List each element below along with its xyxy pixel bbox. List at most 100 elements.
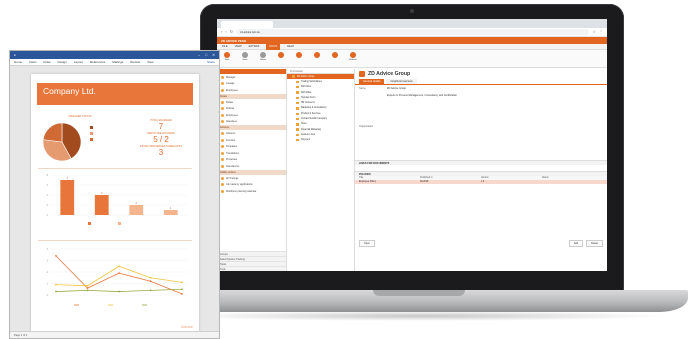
navigation-item[interactable]: Templates bbox=[217, 143, 286, 150]
ribbon-button[interactable] bbox=[311, 52, 323, 59]
navigation-item[interactable]: Lineage bbox=[217, 81, 286, 88]
add-button[interactable]: Add bbox=[568, 240, 584, 247]
ribbon-button-label: Refresh bbox=[349, 59, 357, 61]
app-menu-item[interactable]: VIEW bbox=[235, 45, 242, 48]
ribbon-button-icon bbox=[224, 52, 230, 58]
delete-button[interactable]: Delete bbox=[586, 240, 603, 247]
document-ribbon-tab[interactable]: Home bbox=[14, 60, 22, 64]
navigation-item-icon bbox=[221, 145, 224, 149]
minimize-icon[interactable]: – bbox=[198, 53, 200, 57]
app-menu-item[interactable]: HELP bbox=[287, 45, 294, 48]
navigation-item-label: Manager bbox=[226, 75, 236, 79]
navigation-item[interactable]: Rotate bbox=[217, 99, 286, 106]
navigation-item[interactable]: Manager bbox=[217, 74, 286, 81]
bar-y-tick-label: 8 bbox=[47, 174, 49, 177]
tree-item-label: Marketing & Consultancy bbox=[301, 107, 327, 110]
navigation-item[interactable]: Attendances bbox=[217, 163, 286, 170]
detail-title: ZD Advice Group bbox=[355, 69, 607, 79]
navigation-item-label: Employees bbox=[226, 113, 238, 117]
line-point bbox=[181, 292, 183, 295]
policies-column-header[interactable]: Title bbox=[359, 177, 420, 179]
forward-icon[interactable]: › bbox=[225, 30, 226, 34]
ribbon-button[interactable]: Save bbox=[239, 52, 251, 61]
navigation-item-icon bbox=[221, 75, 224, 79]
document-ribbon-tab[interactable]: Review bbox=[130, 60, 140, 64]
detail-tab[interactable]: General details bbox=[359, 79, 385, 84]
navigation-item[interactable]: Advance bbox=[217, 130, 286, 137]
navigation-item[interactable]: Attendees bbox=[217, 119, 286, 126]
star-icon[interactable]: ☆ bbox=[592, 30, 596, 34]
policies-column-header[interactable]: Version bbox=[481, 177, 542, 179]
browser-tab[interactable] bbox=[221, 21, 273, 28]
reload-icon[interactable]: ↻ bbox=[230, 30, 233, 34]
folder-icon bbox=[296, 91, 299, 94]
policies-column-header[interactable]: Published in bbox=[420, 177, 481, 179]
open-button[interactable]: Open bbox=[359, 240, 375, 247]
app-menu-item[interactable]: FILE bbox=[222, 45, 228, 48]
laptop-camera-icon bbox=[410, 9, 414, 13]
tree-item-label: Hypotek Form bbox=[301, 96, 316, 99]
detail-name-row: Name ZD Advice Group bbox=[355, 85, 607, 92]
ribbon-button[interactable]: New bbox=[221, 52, 233, 61]
bar bbox=[60, 180, 75, 215]
ribbon-button-icon bbox=[350, 52, 356, 58]
ribbon-button[interactable]: Refresh bbox=[347, 52, 359, 61]
share-button[interactable]: Share bbox=[207, 60, 215, 64]
detail-tab[interactable]: Graphical overview bbox=[386, 79, 417, 84]
policies-cell: 01/2019 bbox=[420, 181, 429, 183]
ribbon-button[interactable] bbox=[293, 52, 305, 59]
maximize-icon[interactable]: □ bbox=[205, 53, 207, 57]
document-ribbon-tab[interactable]: Layout bbox=[74, 60, 83, 64]
ribbon-button-label: Save bbox=[242, 59, 248, 61]
description-value[interactable]: Experts in Process Management, Consultan… bbox=[387, 94, 457, 97]
navigation-bottom-item[interactable]: Tools bbox=[217, 266, 286, 271]
navigation-item[interactable]: Function bbox=[217, 137, 286, 144]
name-value[interactable]: ZD Advice Group bbox=[387, 87, 406, 90]
document-ribbon-tab[interactable]: View bbox=[147, 60, 153, 64]
tree-item[interactable]: Payment bbox=[287, 138, 354, 143]
bar-legend-swatch bbox=[118, 222, 121, 225]
report-banner: Company Ltd. bbox=[37, 83, 193, 105]
navigation-item[interactable]: Processes bbox=[217, 157, 286, 164]
navigation-item[interactable]: All Tracings bbox=[217, 175, 286, 182]
line-y-tick-label: 3 bbox=[47, 259, 49, 262]
navigation-item[interactable]: Employees bbox=[217, 112, 286, 119]
pie-chart bbox=[42, 122, 93, 162]
app-ribbon: New Save Delete Refresh bbox=[217, 50, 607, 68]
ribbon-button[interactable] bbox=[275, 52, 287, 59]
address-bar[interactable]: zd-advice.zeit.sw bbox=[236, 29, 590, 35]
navigation-item[interactable]: Policies bbox=[217, 105, 286, 112]
tree-item-label: Mid Cities bbox=[301, 86, 312, 89]
detail-title-text: ZD Advice Group bbox=[368, 71, 411, 77]
bar bbox=[163, 210, 178, 215]
ribbon-button[interactable] bbox=[329, 52, 341, 59]
line-series bbox=[55, 265, 183, 287]
document-ribbon-tab[interactable]: Insert bbox=[29, 60, 37, 64]
app-menu-item[interactable]: EXTRAS bbox=[249, 45, 260, 48]
navigation-item-icon bbox=[221, 151, 224, 155]
navigation-item[interactable]: Employees bbox=[217, 87, 286, 94]
navigation-item-icon bbox=[221, 131, 224, 135]
document-ribbon-tab[interactable]: Mailings bbox=[112, 60, 123, 64]
back-icon[interactable]: ‹ bbox=[221, 30, 222, 34]
autosave-toggle[interactable]: ● bbox=[14, 53, 16, 57]
document-ribbon-tab[interactable]: References bbox=[90, 60, 105, 64]
app-menu-item[interactable]: DOCS bbox=[266, 43, 281, 50]
navigation-item[interactable]: Job vacancy applications bbox=[217, 181, 286, 188]
ribbon-button[interactable]: Delete bbox=[257, 52, 269, 61]
document-ribbon-tab[interactable]: Draw bbox=[44, 60, 51, 64]
links-section-header[interactable]: LINKS FOR DOCUMENTS bbox=[355, 160, 607, 165]
document-ribbon-tab[interactable]: Design bbox=[58, 60, 67, 64]
laptop-notch bbox=[373, 290, 465, 296]
navigation-groups: Manager Lineage Employees Rotate Rotate Polic… bbox=[217, 74, 286, 195]
close-icon[interactable]: ✕ bbox=[212, 53, 215, 57]
navigation-item-label: All Tracings bbox=[226, 176, 239, 180]
menu-icon[interactable]: ⋮ bbox=[599, 30, 603, 34]
folder-icon bbox=[296, 107, 299, 110]
navigation-item[interactable]: Workforce planning calendar bbox=[217, 188, 286, 195]
navigation-item-icon bbox=[221, 158, 224, 162]
policies-column-header[interactable]: Status bbox=[542, 177, 603, 179]
navigation-item-icon bbox=[221, 138, 224, 142]
policies-table-row[interactable]: Employee Policy 01/2019 1.0 bbox=[355, 180, 607, 184]
navigation-item[interactable]: Translations bbox=[217, 150, 286, 157]
